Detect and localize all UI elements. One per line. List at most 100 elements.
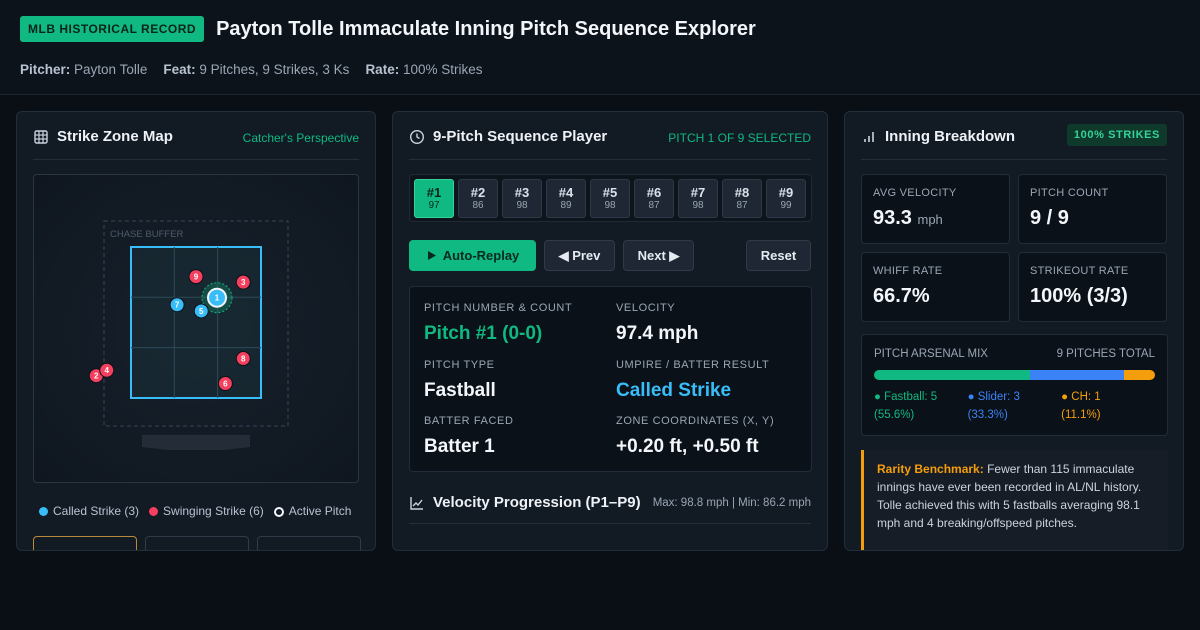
pitch-count-value: 9 / 9 bbox=[1030, 207, 1069, 229]
next-button[interactable]: Next ▶ bbox=[623, 240, 694, 271]
view-toggle-3[interactable] bbox=[257, 536, 361, 550]
whiff-rate-card: WHIFF RATE 66.7% bbox=[861, 252, 1010, 322]
pitch-number: #3 bbox=[514, 185, 530, 200]
auto-replay-label: Auto-Replay bbox=[442, 248, 520, 263]
panel-title: Strike Zone Map bbox=[57, 128, 173, 145]
pitch-velocity: 89 bbox=[560, 200, 572, 211]
pitch-number: #7 bbox=[690, 185, 706, 200]
arsenal-pitch-name: ● Fastball: 5 bbox=[874, 391, 938, 403]
avg-velocity-value: 93.3 bbox=[873, 207, 912, 229]
velocity-title: Velocity Progression (P1–P9) bbox=[433, 494, 641, 511]
arsenal-legend-item: ● Slider: 3 (33.3%) bbox=[968, 388, 1062, 424]
velocity-section-header: Velocity Progression (P1–P9) Max: 98.8 m… bbox=[409, 494, 811, 524]
pitch-marker-6[interactable]: 6 bbox=[217, 376, 233, 391]
pitch-button-5[interactable]: #5 98 bbox=[590, 179, 630, 218]
batter-value: Batter 1 bbox=[424, 436, 495, 457]
result-cell: UMPIRE / BATTER RESULT Called Strike bbox=[616, 359, 769, 402]
pitch-button-9[interactable]: #9 99 bbox=[766, 179, 806, 218]
strike-zone-svg: CHASE BUFFER 1 2 3 4 5 6 7 8 9 bbox=[88, 220, 289, 450]
arsenal-title: PITCH ARSENAL MIX bbox=[874, 348, 988, 360]
pitch-arsenal-card: PITCH ARSENAL MIX 9 PITCHES TOTAL ● Fast… bbox=[861, 334, 1168, 436]
pitch-dot-label: 4 bbox=[105, 366, 110, 375]
pitch-velocity: 98 bbox=[692, 200, 704, 211]
pitch-velocity: 87 bbox=[648, 200, 660, 211]
pitch-button-1[interactable]: #1 97 bbox=[414, 179, 454, 218]
prev-button[interactable]: ◀ Prev bbox=[544, 240, 615, 271]
pitch-dot-label: 1 bbox=[215, 294, 220, 303]
rarity-callout: Rarity Benchmark: Fewer than 115 immacul… bbox=[861, 450, 1168, 550]
legend-swinging-label: Swinging Strike (6) bbox=[163, 504, 264, 518]
pitch-count-label: PITCH COUNT bbox=[1030, 187, 1109, 199]
velocity-value: 97.4 mph bbox=[616, 323, 699, 344]
pitch-marker-7[interactable]: 7 bbox=[169, 297, 185, 313]
whiff-rate-value: 66.7% bbox=[873, 285, 930, 307]
pitch-button-3[interactable]: #3 98 bbox=[502, 179, 542, 218]
record-badge: MLB HISTORICAL RECORD bbox=[20, 16, 205, 42]
pitch-dot-label: 5 bbox=[199, 307, 204, 316]
count-value: Pitch #1 (0-0) bbox=[424, 323, 543, 344]
auto-replay-button[interactable]: Auto-Replay bbox=[409, 240, 536, 271]
rate-label: Rate: bbox=[365, 62, 400, 77]
pitch-dot-label: 7 bbox=[175, 301, 180, 310]
active-ring-icon bbox=[273, 506, 284, 517]
page-title: Payton Tolle Immaculate Inning Pitch Seq… bbox=[216, 17, 756, 40]
pitcher-value: Payton Tolle bbox=[74, 62, 148, 77]
panel-header: 9-Pitch Sequence Player PITCH 1 OF 9 SEL… bbox=[409, 128, 811, 160]
pitch-dot-label: 2 bbox=[94, 372, 99, 381]
pitch-number: #4 bbox=[558, 185, 574, 200]
inning-breakdown-panel: Inning Breakdown 100% STRIKES AVG VELOCI… bbox=[844, 111, 1184, 551]
type-label: PITCH TYPE bbox=[424, 359, 495, 371]
swinging-dot-icon bbox=[149, 507, 159, 517]
pitch-marker-4[interactable]: 4 bbox=[99, 362, 115, 378]
coords-value: +0.20 ft, +0.50 ft bbox=[616, 436, 759, 457]
result-label: UMPIRE / BATTER RESULT bbox=[616, 359, 770, 371]
coords-label: ZONE COORDINATES (X, Y) bbox=[616, 415, 775, 427]
arsenal-segment-3 bbox=[1123, 370, 1155, 380]
pitch-number: #8 bbox=[734, 185, 750, 200]
feat-summary: Pitcher: Payton Tolle Feat: 9 Pitches, 9… bbox=[20, 62, 1180, 77]
pitch-dot-label: 9 bbox=[194, 273, 199, 282]
arsenal-bar bbox=[874, 370, 1155, 380]
pitch-velocity: 99 bbox=[780, 200, 792, 211]
arsenal-pitch-pct: (55.6%) bbox=[874, 409, 915, 421]
pitch-button-4[interactable]: #4 89 bbox=[546, 179, 586, 218]
result-value: Called Strike bbox=[616, 380, 732, 401]
pitch-button-2[interactable]: #2 86 bbox=[458, 179, 498, 218]
page-header: MLB HISTORICAL RECORD Payton Tolle Immac… bbox=[0, 0, 1200, 95]
arsenal-legend: ● Fastball: 5 (55.6%) ● Slider: 3 (33.3%) ● … bbox=[874, 388, 1155, 424]
batter-label: BATTER FACED bbox=[424, 415, 514, 427]
pitcher-label: Pitcher: bbox=[20, 62, 71, 77]
strike-zone-map[interactable]: CHASE BUFFER 1 2 3 4 5 6 7 8 9 bbox=[33, 174, 359, 483]
legend-called: Called Strike (3) bbox=[39, 504, 139, 518]
feat-value: 9 Pitches, 9 Strikes, 3 Ks bbox=[199, 62, 350, 77]
legend-active: Active Pitch bbox=[273, 504, 352, 518]
pitch-marker-8[interactable]: 8 bbox=[235, 351, 251, 367]
panel-title: 9-Pitch Sequence Player bbox=[433, 128, 608, 145]
pitch-marker-3[interactable]: 3 bbox=[235, 274, 251, 290]
pitch-button-7[interactable]: #7 98 bbox=[678, 179, 718, 218]
pitch-velocity: 97 bbox=[428, 200, 440, 211]
strikes-badge: 100% STRIKES bbox=[1066, 124, 1167, 146]
legend-active-label: Active Pitch bbox=[288, 504, 352, 518]
reset-button[interactable]: Reset bbox=[746, 240, 811, 271]
pitch-button-8[interactable]: #8 87 bbox=[722, 179, 762, 218]
pitch-velocity: 98 bbox=[604, 200, 616, 211]
pitch-velocity: 87 bbox=[736, 200, 748, 211]
zone-legend: Called Strike (3) Swinging Strike (6) Ac… bbox=[39, 504, 351, 518]
velocity-range: Max: 98.8 mph | Min: 86.2 mph bbox=[652, 497, 811, 509]
pitch-button-6[interactable]: #6 87 bbox=[634, 179, 674, 218]
rarity-label: Rarity Benchmark: bbox=[877, 462, 984, 476]
avg-velocity-card: AVG VELOCITY 93.3 mph bbox=[861, 174, 1010, 244]
count-cell: PITCH NUMBER & COUNT Pitch #1 (0-0) bbox=[424, 302, 572, 345]
pitch-marker-5[interactable]: 5 bbox=[193, 303, 209, 319]
view-toggle-1[interactable] bbox=[33, 536, 137, 550]
arsenal-pitch-name: ● CH: 1 bbox=[1061, 391, 1101, 403]
pitch-count-card: PITCH COUNT 9 / 9 bbox=[1018, 174, 1167, 244]
panel-header: Inning Breakdown 100% STRIKES bbox=[861, 124, 1167, 160]
pitch-marker-9[interactable]: 9 bbox=[188, 269, 204, 285]
view-toggle-2[interactable] bbox=[145, 536, 249, 550]
pitch-number: #2 bbox=[470, 185, 486, 200]
strike-zone-panel: Strike Zone Map Catcher's Perspective CH… bbox=[16, 111, 376, 551]
coords-cell: ZONE COORDINATES (X, Y) +0.20 ft, +0.50 … bbox=[616, 415, 774, 458]
strikeout-rate-label: STRIKEOUT RATE bbox=[1030, 265, 1129, 277]
